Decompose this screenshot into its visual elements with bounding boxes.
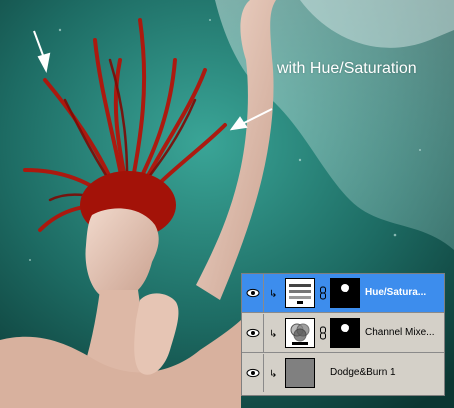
layer-name: Channel Mixe... <box>365 327 435 338</box>
adjustment-thumbnail <box>285 278 315 308</box>
clipping-arrow-icon: ↳ <box>269 369 278 380</box>
clipping-arrow-icon: ↳ <box>269 289 278 300</box>
layer-mask-thumbnail[interactable] <box>330 278 360 308</box>
visibility-toggle[interactable] <box>242 274 264 312</box>
layer-name: Hue/Satura... <box>365 287 427 298</box>
clipping-arrow-icon: ↳ <box>269 329 278 340</box>
eye-icon <box>246 368 259 378</box>
mask-shape-icon <box>341 324 349 332</box>
layer-name: Dodge&Burn 1 <box>330 367 396 378</box>
eye-icon <box>246 288 259 298</box>
arrow-pointer-right-icon <box>241 108 273 125</box>
layer-row-dodge-burn[interactable]: ↳ Dodge&Burn 1 <box>242 354 444 393</box>
channel-mixer-icon <box>290 323 310 345</box>
layer-thumbnail <box>285 358 315 388</box>
hue-saturation-icon <box>289 284 311 304</box>
screenshot-canvas: with Hue/Saturation ↳ Hue/Satura... ↳ Ch… <box>0 0 454 408</box>
annotation-label: with Hue/Saturation <box>277 60 417 77</box>
mask-shape-icon <box>341 284 349 292</box>
arrow-pointer-left-icon <box>33 30 45 59</box>
visibility-toggle[interactable] <box>242 354 264 392</box>
mask-link-icon[interactable] <box>319 286 327 300</box>
layer-row-channel-mixer[interactable]: ↳ Channel Mixe... <box>242 314 444 353</box>
layer-mask-thumbnail[interactable] <box>330 318 360 348</box>
visibility-toggle[interactable] <box>242 314 264 352</box>
adjustment-thumbnail <box>285 318 315 348</box>
mask-link-icon[interactable] <box>319 326 327 340</box>
eye-icon <box>246 328 259 338</box>
layers-panel: ↳ Hue/Satura... ↳ Channel Mixe... ↳ Dodg… <box>241 273 445 396</box>
layer-row-hue-saturation[interactable]: ↳ Hue/Satura... <box>242 274 444 313</box>
